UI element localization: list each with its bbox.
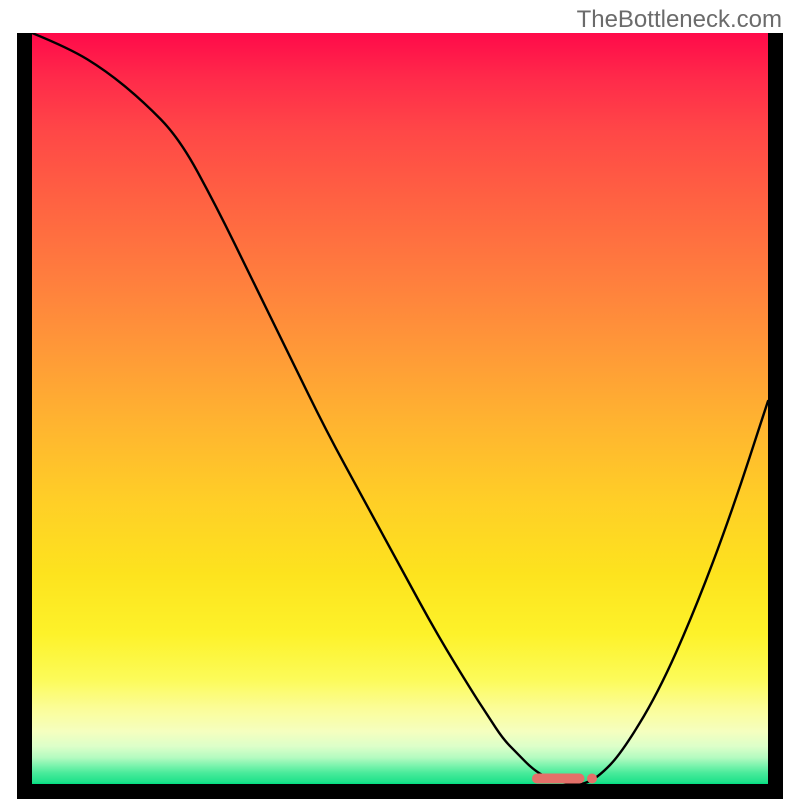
watermark-label: TheBottleneck.com [577, 6, 782, 34]
optimal-marker-end [588, 774, 597, 783]
chart-container: TheBottleneck.com [0, 0, 800, 800]
curve-svg [32, 33, 768, 784]
optimal-marker [532, 774, 584, 783]
plot-area [32, 33, 768, 784]
bottleneck-curve [32, 33, 768, 784]
